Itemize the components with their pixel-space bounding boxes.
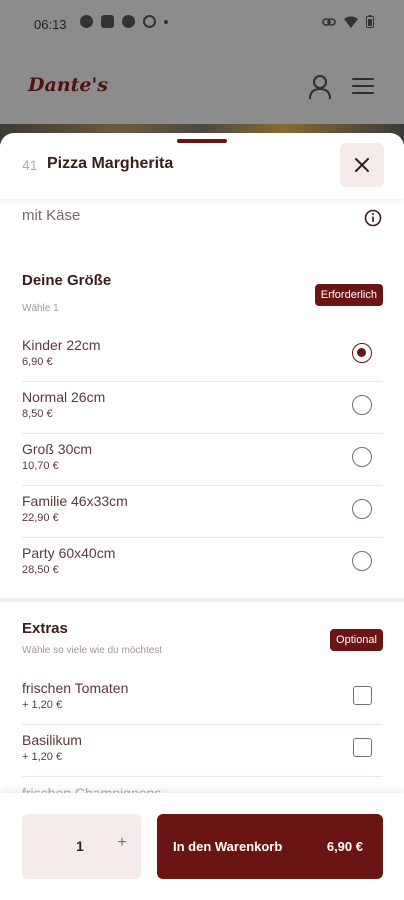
option-price: 28,50 €	[22, 564, 59, 576]
wifi-icon	[344, 16, 358, 28]
option-name: Normal 26cm	[22, 389, 106, 405]
option-price: + 1,20 €	[22, 699, 63, 711]
notification-icons	[80, 15, 168, 28]
optional-badge: Optional	[330, 629, 383, 651]
extras-section-subtitle: Wähle so viele wie du möchtest	[22, 645, 163, 656]
extra-option-row[interactable]: Basilikum + 1,20 €	[22, 725, 382, 777]
size-option-row[interactable]: Groß 30cm 10,70 €	[22, 434, 382, 486]
status-bar: 06:13	[0, 0, 404, 50]
option-name: Basilikum	[22, 732, 82, 748]
size-option-row[interactable]: Familie 46x33cm 22,90 €	[22, 486, 382, 538]
extra-checkbox[interactable]	[353, 738, 372, 757]
battery-icon	[366, 15, 374, 28]
system-icons	[322, 15, 374, 28]
app-header: Dante's	[0, 60, 404, 116]
add-to-cart-bar: 1 + In den Warenkorb 6,90 €	[0, 793, 404, 900]
quantity-plus-button[interactable]: +	[112, 834, 132, 858]
size-option-row[interactable]: Party 60x40cm 28,50 €	[22, 538, 382, 590]
sheet-header: 41 Pizza Margherita	[0, 143, 404, 199]
item-number: 41	[22, 157, 38, 173]
option-name: Kinder 22cm	[22, 337, 101, 353]
size-radio[interactable]	[352, 447, 372, 467]
square-notification-icon	[101, 15, 114, 28]
extra-checkbox[interactable]	[353, 686, 372, 705]
brand-logo: Dante's	[28, 74, 108, 96]
option-name: Groß 30cm	[22, 441, 93, 457]
option-price: 6,90 €	[22, 356, 53, 368]
quantity-stepper: 1 +	[22, 814, 141, 879]
cart-total-price: 6,90 €	[326, 839, 363, 854]
add-to-cart-label: In den Warenkorb	[173, 839, 283, 854]
blocked-notification-icon	[143, 15, 156, 28]
section-divider	[0, 598, 404, 602]
user-account-icon[interactable]	[308, 74, 332, 100]
size-radio-selected[interactable]	[352, 343, 372, 363]
extra-option-row[interactable]: frischen Tomaten + 1,20 €	[22, 673, 382, 725]
more-dot-icon	[164, 20, 168, 24]
add-to-cart-button[interactable]: In den Warenkorb 6,90 €	[157, 814, 383, 879]
option-name: Familie 46x33cm	[22, 493, 128, 509]
hamburger-menu-icon[interactable]	[352, 78, 374, 94]
app-notification-icon	[80, 15, 93, 28]
size-section-subtitle: Wähle 1	[22, 303, 59, 314]
option-name: Party 60x40cm	[22, 545, 116, 561]
product-bottom-sheet: 41 Pizza Margherita mit Käse Deine Größe…	[0, 133, 404, 900]
size-radio[interactable]	[352, 551, 372, 571]
option-price: 22,90 €	[22, 512, 59, 524]
close-button[interactable]	[340, 143, 384, 187]
option-price: 10,70 €	[22, 460, 59, 472]
item-description: mit Käse	[22, 207, 81, 224]
link-icon	[322, 17, 336, 26]
option-price: 8,50 €	[22, 408, 53, 420]
close-icon	[355, 158, 369, 172]
size-option-row[interactable]: Kinder 22cm 6,90 €	[22, 330, 382, 382]
item-title: Pizza Margherita	[47, 155, 174, 172]
size-option-row[interactable]: Normal 26cm 8,50 €	[22, 382, 382, 434]
gear-notification-icon	[122, 15, 135, 28]
extras-section-title: Extras	[22, 620, 68, 637]
status-time: 06:13	[34, 17, 67, 32]
required-badge: Erforderlich	[314, 284, 383, 306]
quantity-value: 1	[76, 838, 84, 854]
option-price: + 1,20 €	[22, 751, 63, 763]
size-section-title: Deine Größe	[22, 272, 112, 289]
option-name: frischen Tomaten	[22, 680, 129, 696]
info-icon[interactable]	[364, 209, 382, 227]
size-radio[interactable]	[352, 499, 372, 519]
size-radio[interactable]	[352, 395, 372, 415]
